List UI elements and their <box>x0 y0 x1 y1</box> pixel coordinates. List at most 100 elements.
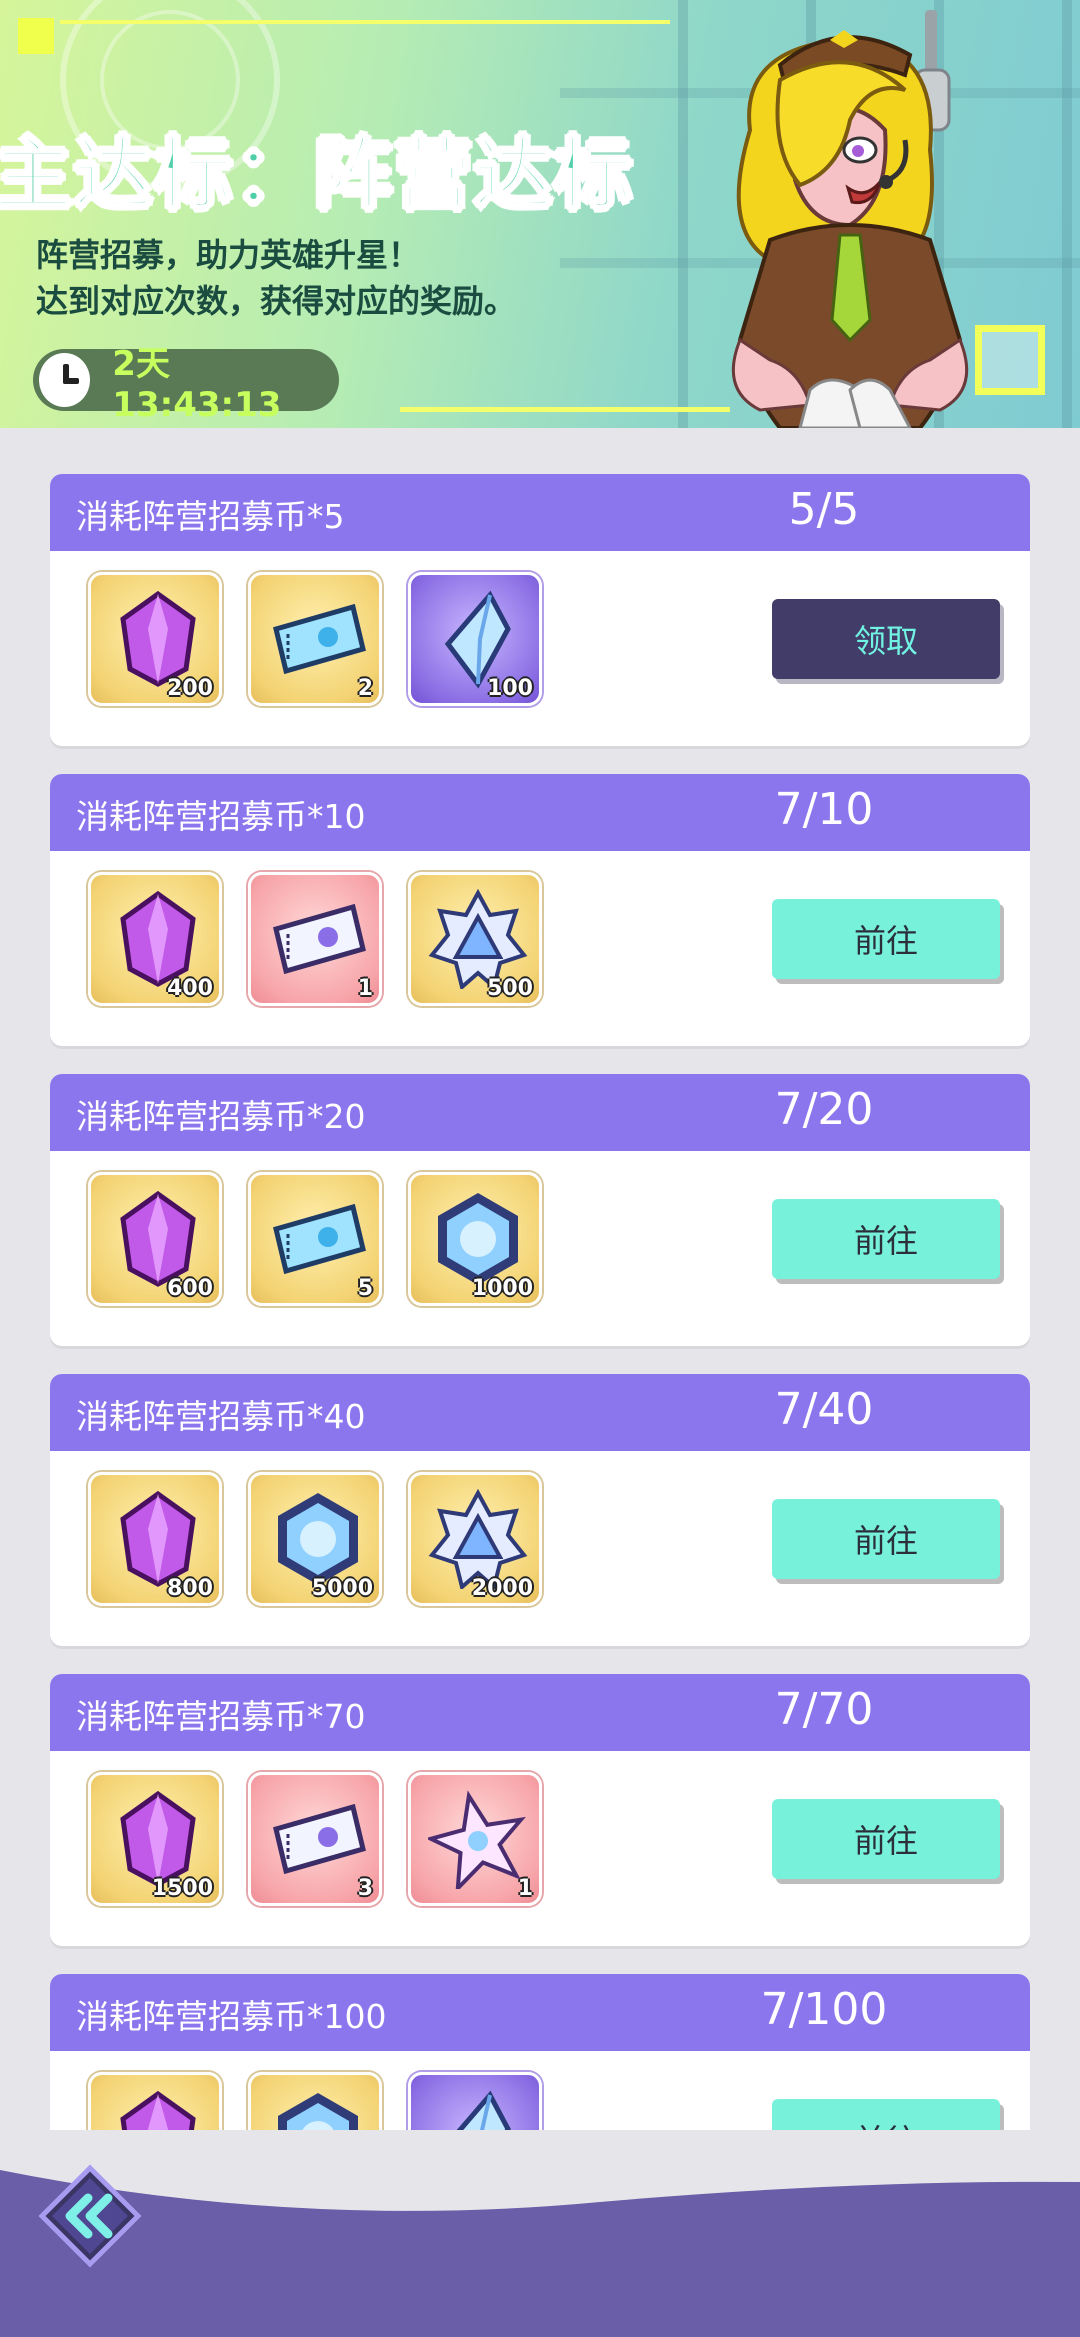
task-progress: 7/20 <box>774 1084 874 1135</box>
go-button[interactable]: 前往 <box>772 1199 1000 1279</box>
reward-quantity: 1000 <box>471 1276 533 1301</box>
task-name: 消耗阵营招募币*20 <box>76 1097 366 1136</box>
reward-item[interactable]: 1 <box>408 1772 542 1906</box>
reward-item[interactable]: 1500 <box>88 1772 222 1906</box>
reward-quantity: 600 <box>167 1276 213 1301</box>
task-name: 消耗阵营招募币*40 <box>76 1397 366 1436</box>
bottom-bar <box>0 2130 1080 2337</box>
back-button[interactable] <box>38 2164 142 2268</box>
bottom-wave <box>0 2130 1080 2337</box>
pink-ticket-icon <box>273 1803 366 1875</box>
countdown-text: 2天 13:43:13 <box>112 343 282 425</box>
event-banner: 主达标：阵营达标 阵营招募，助力英雄升星！ 达到对应次数，获得对应的奖励。 2天… <box>0 0 1080 428</box>
triangle-star-medal-icon <box>428 889 528 989</box>
reward-item[interactable]: 100 <box>408 572 542 706</box>
reward-item[interactable] <box>248 2072 382 2130</box>
reward-item[interactable]: 5000 <box>248 1472 382 1606</box>
go-button[interactable]: 前往 <box>772 1799 1000 1879</box>
task-progress: 7/70 <box>774 1684 874 1735</box>
blue-ticket-icon <box>273 603 366 675</box>
banner-title: 主达标：阵营达标 <box>0 129 635 222</box>
decor-frame <box>975 325 1045 395</box>
reward-item[interactable] <box>408 2072 542 2130</box>
reward-quantity: 5000 <box>311 1576 373 1601</box>
task-header: 消耗阵营招募币*10 7/10 <box>50 774 1030 851</box>
pink-star-icon <box>428 1790 526 1889</box>
task-card: 消耗阵营招募币*20 7/20 600 5 1000 前往 <box>50 1074 1030 1346</box>
description-line: 达到对应次数，获得对应的奖励。 <box>36 282 517 320</box>
reward-quantity: 3 <box>357 1876 373 1901</box>
task-card: 消耗阵营招募币*100 7/100 前往 <box>50 1974 1030 2130</box>
task-progress: 7/10 <box>774 784 874 835</box>
reward-item[interactable] <box>88 2072 222 2130</box>
character-illustration <box>731 10 969 428</box>
pink-ticket-icon <box>273 903 366 975</box>
reward-item[interactable]: 1 <box>248 872 382 1006</box>
decor-square <box>18 18 54 54</box>
reward-item[interactable]: 500 <box>408 872 542 1006</box>
go-button[interactable]: 前往 <box>772 2099 1000 2130</box>
reward-item[interactable]: 200 <box>88 572 222 706</box>
task-name: 消耗阵营招募币*10 <box>76 797 366 836</box>
reward-quantity: 400 <box>167 976 213 1001</box>
task-header: 消耗阵营招募币*20 7/20 <box>50 1074 1030 1151</box>
blue-crystal-icon <box>444 590 511 689</box>
task-list[interactable]: 消耗阵营招募币*5 5/5 200 2 100 领取 消耗阵营招募币*10 7/… <box>0 428 1080 2130</box>
reward-quantity: 2 <box>357 676 373 701</box>
task-name: 消耗阵营招募币*100 <box>76 1997 387 2036</box>
purple-gem-icon <box>120 2090 196 2130</box>
purple-gem-icon <box>120 1790 196 1887</box>
reward-list: 1500 3 1 <box>88 1772 542 1906</box>
task-header: 消耗阵营招募币*100 7/100 <box>50 1974 1030 2051</box>
hexagon-blue-gem-icon <box>278 1493 358 1585</box>
reward-quantity: 800 <box>167 1576 213 1601</box>
decor-line <box>60 20 670 24</box>
reward-list: 600 5 1000 <box>88 1172 542 1306</box>
purple-gem-icon <box>120 1490 196 1587</box>
reward-quantity: 1500 <box>151 1876 213 1901</box>
reward-item[interactable]: 800 <box>88 1472 222 1606</box>
reward-item[interactable]: 2 <box>248 572 382 706</box>
claim-button[interactable]: 领取 <box>772 599 1000 679</box>
task-card: 消耗阵营招募币*40 7/40 800 5000 2000 前往 <box>50 1374 1030 1646</box>
task-card: 消耗阵营招募币*10 7/10 400 1 500 前往 <box>50 774 1030 1046</box>
reward-quantity: 5 <box>357 1276 373 1301</box>
task-progress: 5/5 <box>788 484 860 535</box>
blue-ticket-icon <box>273 1203 366 1275</box>
task-header: 消耗阵营招募币*40 7/40 <box>50 1374 1030 1451</box>
reward-item[interactable]: 600 <box>88 1172 222 1306</box>
task-name: 消耗阵营招募币*70 <box>76 1697 366 1736</box>
reward-quantity: 200 <box>167 676 213 701</box>
go-button[interactable]: 前往 <box>772 899 1000 979</box>
hexagon-blue-gem-icon <box>278 2093 358 2130</box>
task-header: 消耗阵营招募币*5 5/5 <box>50 474 1030 551</box>
purple-gem-icon <box>120 890 196 987</box>
purple-gem-icon <box>120 1190 196 1287</box>
reward-list: 800 5000 2000 <box>88 1472 542 1606</box>
reward-item[interactable]: 400 <box>88 872 222 1006</box>
task-name: 消耗阵营招募币*5 <box>76 497 345 536</box>
reward-item[interactable]: 2000 <box>408 1472 542 1606</box>
reward-quantity: 1 <box>517 1876 533 1901</box>
purple-gem-icon <box>120 590 196 687</box>
reward-item[interactable]: 1000 <box>408 1172 542 1306</box>
banner-description: 阵营招募，助力英雄升星！ 达到对应次数，获得对应的奖励。 <box>36 232 516 324</box>
reward-item[interactable]: 5 <box>248 1172 382 1306</box>
triangle-star-medal-icon <box>428 1489 528 1589</box>
countdown-timer: 2天 13:43:13 <box>33 344 339 425</box>
task-progress: 7/40 <box>774 1384 874 1435</box>
hexagon-blue-gem-icon <box>438 1193 518 1285</box>
reward-list: 400 1 500 <box>88 872 542 1006</box>
reward-item[interactable]: 3 <box>248 1772 382 1906</box>
task-card: 消耗阵营招募币*70 7/70 1500 3 1 前往 <box>50 1674 1030 1946</box>
reward-quantity: 1 <box>357 976 373 1001</box>
go-button[interactable]: 前往 <box>772 1499 1000 1579</box>
clock-icon <box>39 353 91 407</box>
blue-crystal-icon <box>456 2090 511 2130</box>
description-line: 阵营招募，助力英雄升星！ <box>36 236 421 274</box>
reward-quantity: 500 <box>487 976 533 1001</box>
task-progress: 7/100 <box>760 1984 888 2035</box>
decor-line <box>400 407 730 412</box>
reward-list: 200 2 100 <box>88 572 542 706</box>
task-card: 消耗阵营招募币*5 5/5 200 2 100 领取 <box>50 474 1030 746</box>
